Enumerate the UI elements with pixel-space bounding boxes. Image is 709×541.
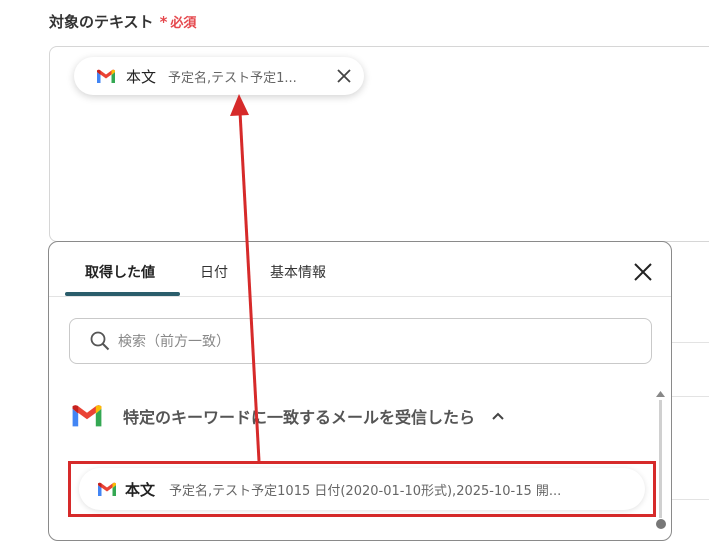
gmail-icon (97, 69, 115, 83)
field-label-text: 対象のテキスト (49, 13, 154, 31)
value-item[interactable]: 本文 予定名,テスト予定1015 日付(2020-01-10形式),2025-1… (79, 468, 645, 510)
tab-basic-info[interactable]: 基本情報 (270, 262, 326, 282)
item-preview: 予定名,テスト予定1015 日付(2020-01-10形式),2025-10-1… (169, 483, 562, 499)
tab-bar: 取得した値 日付 基本情報 (49, 242, 671, 297)
divider (672, 342, 709, 343)
required-indicator: * 必須 (160, 12, 197, 31)
scrollbar[interactable] (659, 400, 662, 518)
gmail-icon (72, 405, 102, 427)
item-title: 本文 (125, 480, 156, 499)
active-tab-indicator (65, 292, 180, 296)
divider (672, 396, 709, 397)
tab-date[interactable]: 日付 (200, 262, 228, 282)
highlighted-value-item[interactable]: 本文 予定名,テスト予定1015 日付(2020-01-10形式),2025-1… (68, 461, 656, 517)
required-star: * (159, 13, 168, 31)
scroll-up-icon[interactable] (655, 390, 666, 398)
close-icon[interactable] (633, 262, 653, 282)
divider (672, 499, 709, 500)
tab-acquired-values[interactable]: 取得した値 (85, 262, 155, 282)
search-input[interactable]: 検索（前方一致） (69, 318, 652, 364)
search-placeholder: 検索（前方一致） (118, 334, 230, 350)
search-icon (90, 331, 110, 351)
required-text: 必須 (170, 16, 197, 31)
selected-value-chip[interactable]: 本文 予定名,テスト予定1... (74, 57, 364, 95)
chevron-up-icon[interactable] (491, 411, 505, 421)
gmail-icon (98, 482, 116, 496)
trigger-section-header[interactable]: 特定のキーワードに一致するメールを受信したら (71, 404, 505, 428)
field-label: 対象のテキスト * 必須 (49, 11, 196, 32)
chip-preview: 予定名,テスト予定1... (168, 70, 297, 86)
chip-title: 本文 (126, 67, 157, 86)
close-icon[interactable] (336, 68, 352, 84)
section-title: 特定のキーワードに一致するメールを受信したら (123, 408, 476, 427)
